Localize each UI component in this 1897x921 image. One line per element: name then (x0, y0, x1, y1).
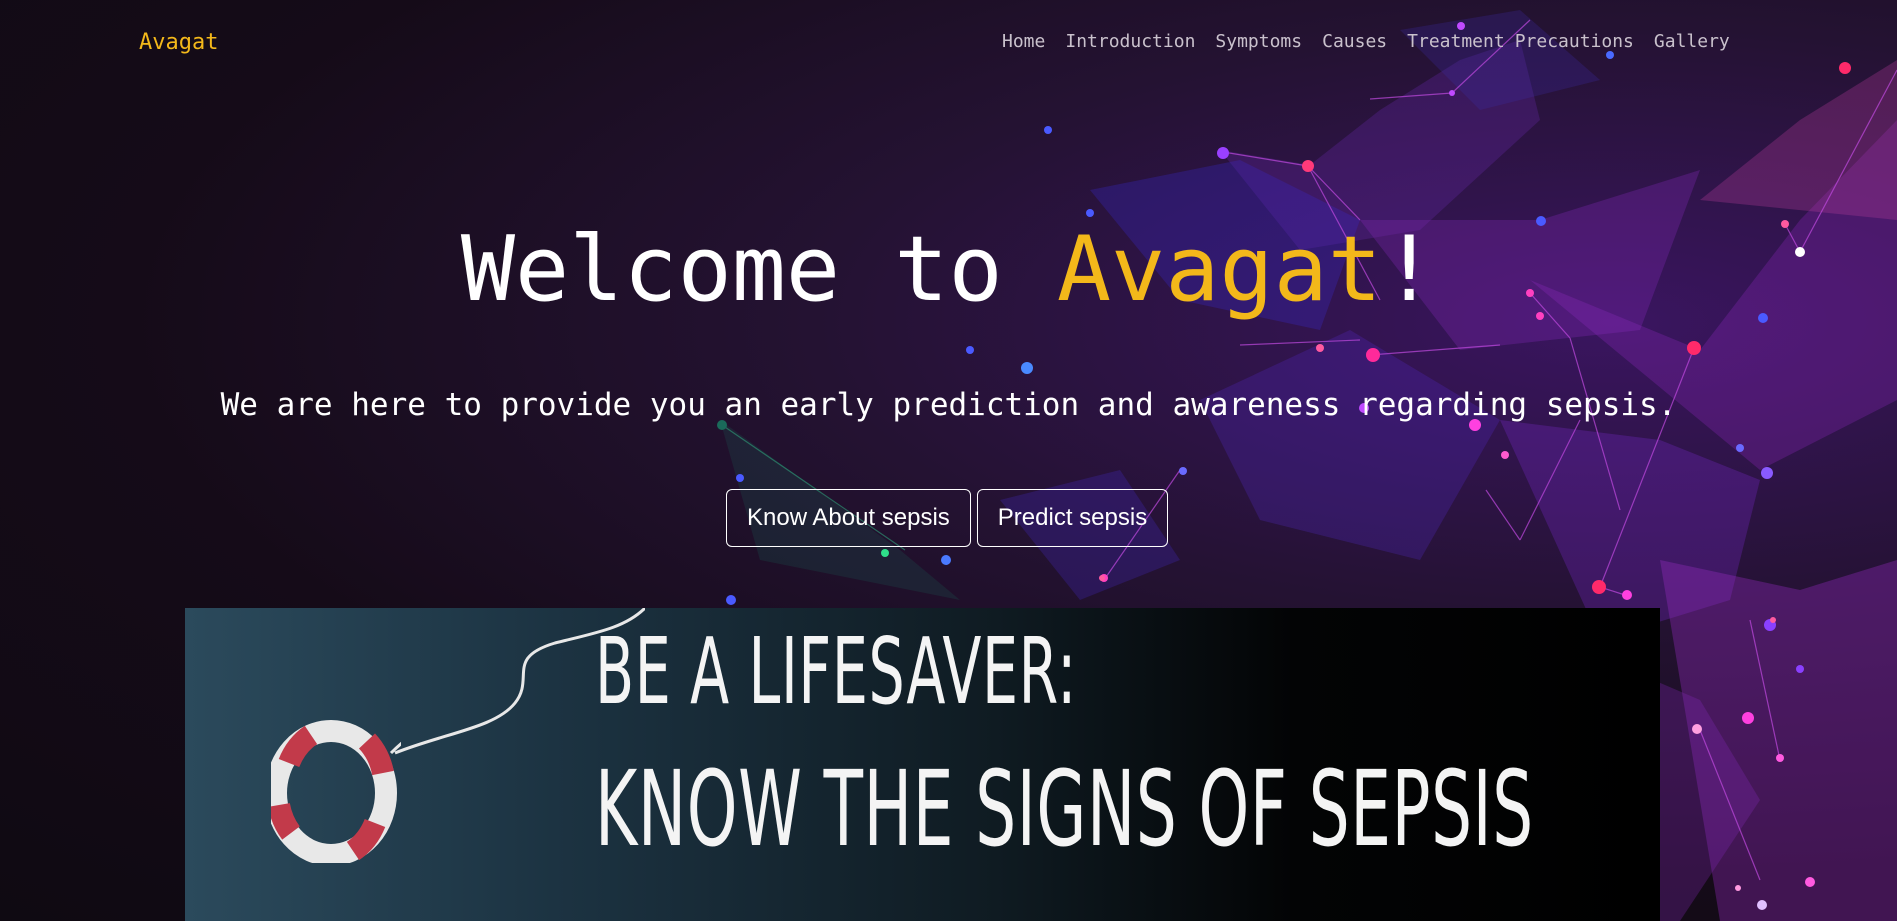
nav-precautions[interactable]: Precautions (1515, 31, 1634, 52)
nav-introduction[interactable]: Introduction (1065, 31, 1195, 52)
nav-causes[interactable]: Causes (1322, 31, 1387, 52)
nav-treatment[interactable]: Treatment (1407, 31, 1505, 52)
hero-title-prefix: Welcome to (460, 217, 1057, 322)
lifebuoy-icon (271, 720, 401, 863)
page: Avagat Home Introduction Symptoms Causes… (0, 0, 1897, 921)
know-about-sepsis-button[interactable]: Know About sepsis (726, 489, 971, 547)
hero-buttons: Know About sepsis Predict sepsis (726, 489, 1169, 547)
hero-subtitle: We are here to provide you an early pred… (220, 387, 1677, 423)
main-nav: Home Introduction Symptoms Causes Treatm… (1002, 31, 1750, 52)
banner-subheadline: KNOW THE SIGNS OF SEPSIS (595, 748, 1534, 870)
sepsis-awareness-banner: BE A LIFESAVER: KNOW THE SIGNS OF SEPSIS (185, 608, 1660, 921)
predict-sepsis-button[interactable]: Predict sepsis (976, 489, 1169, 547)
banner-headline: BE A LIFESAVER: (595, 618, 1078, 725)
hero-title-suffix: ! (1381, 217, 1437, 322)
brand-logo[interactable]: Avagat (139, 30, 218, 55)
nav-gallery[interactable]: Gallery (1654, 31, 1730, 52)
nav-home[interactable]: Home (1002, 31, 1045, 52)
hero-title: Welcome to Avagat! (0, 215, 1897, 325)
hero-title-accent: Avagat (1056, 217, 1382, 322)
nav-symptoms[interactable]: Symptoms (1215, 31, 1302, 52)
